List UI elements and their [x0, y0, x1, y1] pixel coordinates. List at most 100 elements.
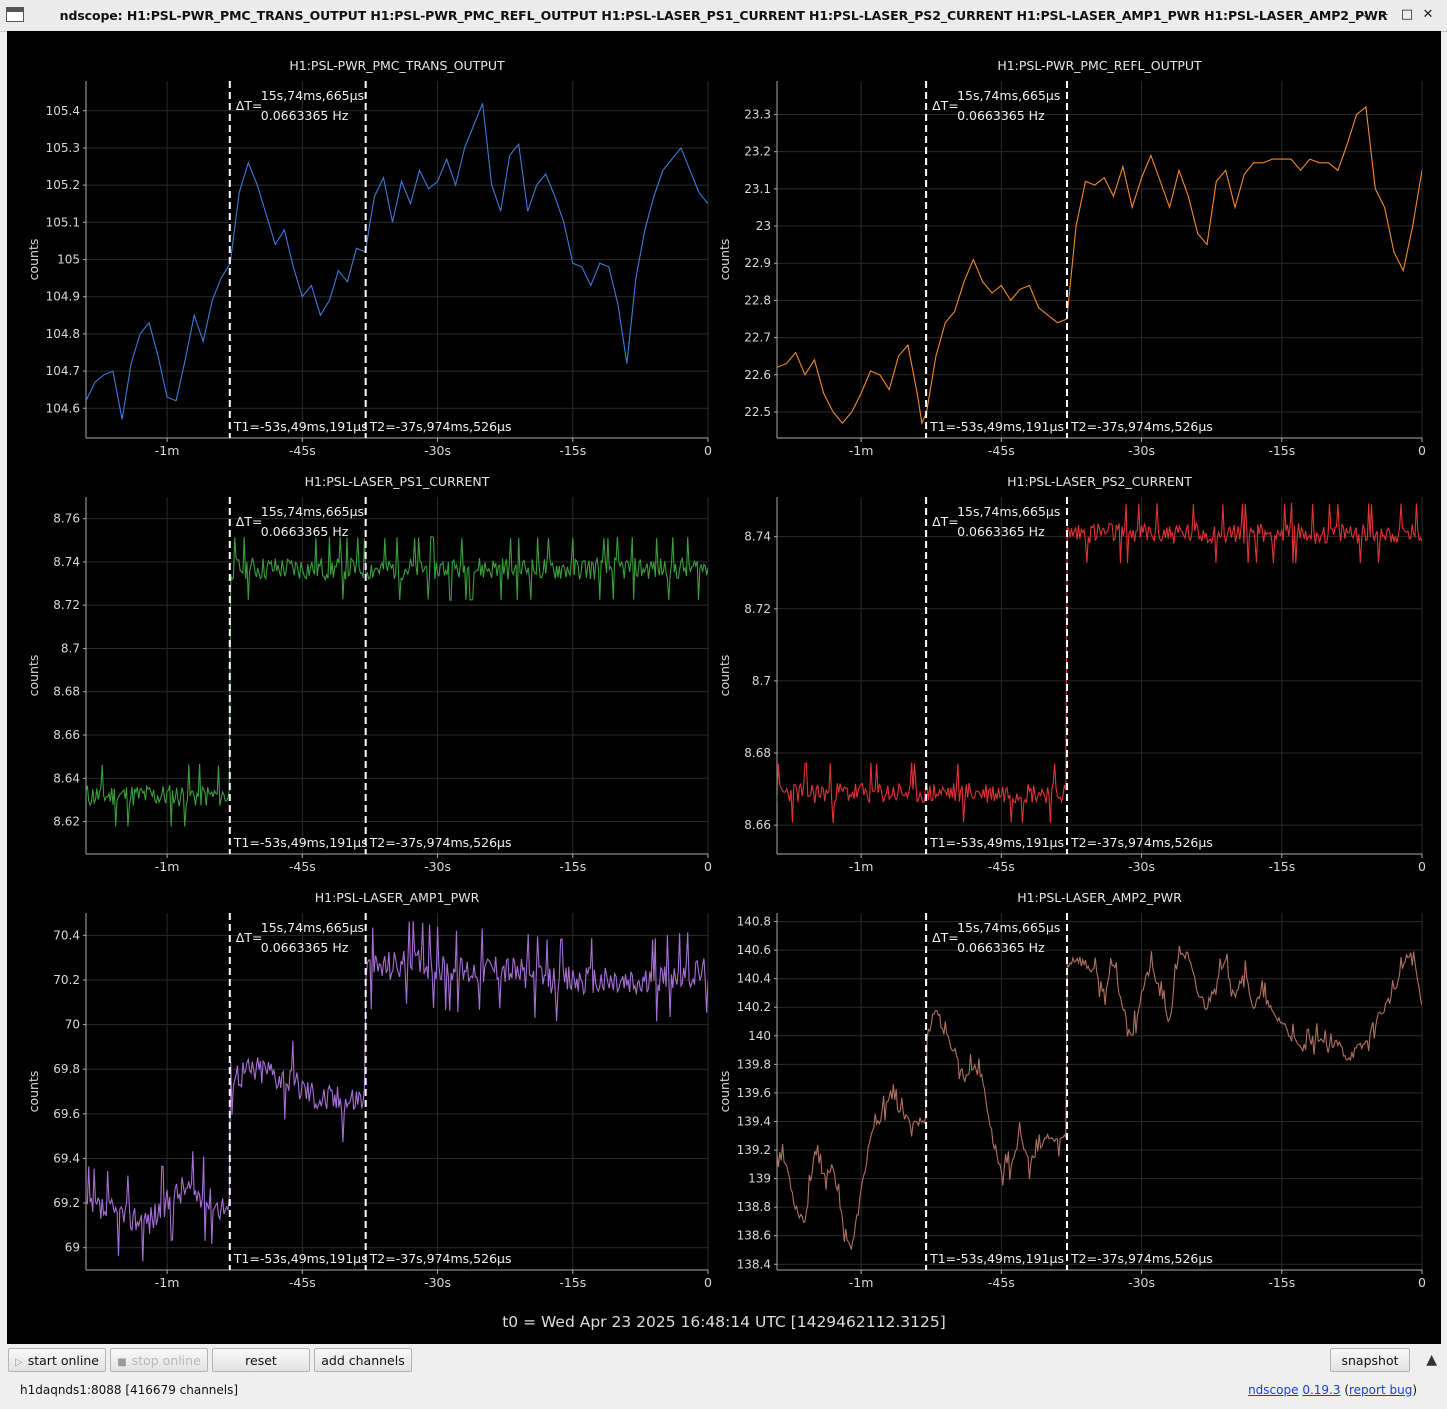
- start-online-button[interactable]: ▷ start online: [8, 1348, 106, 1372]
- y-tick-label: 138.6: [737, 1229, 771, 1243]
- x-tick-label: -30s: [1128, 859, 1155, 874]
- delta-t-value: 15s,74ms,665μs: [957, 920, 1060, 935]
- chevron-up-icon[interactable]: ︿: [1354, 6, 1372, 24]
- y-tick-label: 69.8: [53, 1062, 80, 1076]
- y-tick-label: 140.4: [737, 972, 771, 986]
- x-tick-label: -1m: [155, 443, 180, 458]
- y-tick-label: 104.7: [46, 364, 80, 378]
- x-tick-label: 0: [704, 1275, 712, 1290]
- y-axis-label: counts: [717, 655, 732, 697]
- plot-title: H1:PSL-LASER_PS1_CURRENT: [305, 474, 490, 489]
- y-tick-label: 105.2: [46, 178, 80, 192]
- y-axis-label: counts: [26, 1071, 41, 1113]
- y-tick-label: 8.7: [61, 641, 80, 655]
- t1-label: T1=-53s,49ms,191μs: [233, 1251, 368, 1266]
- delta-t-value: 15s,74ms,665μs: [261, 504, 364, 519]
- y-tick-label: 139.4: [737, 1114, 771, 1128]
- version-info: ndscope 0.19.3 (report bug): [1248, 1383, 1417, 1397]
- plot-1: 104.6 104.7 104.8 104.9 105 105.1 105.2 105.3 10…: [26, 58, 712, 458]
- play-icon: ▷: [15, 1357, 23, 1368]
- delta-freq-value: 0.0663365 Hz: [261, 940, 349, 955]
- y-tick-label: 69: [65, 1241, 80, 1255]
- delta-t-label: ΔT=: [236, 930, 263, 945]
- close-icon[interactable]: ✕: [1419, 6, 1437, 24]
- x-tick-label: -30s: [1128, 443, 1155, 458]
- add-channels-button[interactable]: add channels: [314, 1348, 412, 1372]
- x-tick-label: 0: [1418, 859, 1426, 874]
- t1-label: T1=-53s,49ms,191μs: [929, 1251, 1064, 1266]
- plot-title: H1:PSL-LASER_AMP1_PWR: [315, 890, 480, 905]
- stop-icon: ■: [117, 1357, 127, 1368]
- data-trace: [86, 536, 708, 827]
- x-tick-label: -15s: [1268, 443, 1295, 458]
- plot-6: 138.4 138.6 138.8 139 139.2 139.4 139.6 139.8 14…: [717, 890, 1426, 1290]
- t1-label: T1=-53s,49ms,191μs: [929, 419, 1064, 434]
- x-tick-label: 0: [704, 859, 712, 874]
- t1-label: T1=-53s,49ms,191μs: [233, 835, 368, 850]
- minimize-icon[interactable]: –: [1376, 6, 1394, 24]
- x-tick-label: -45s: [988, 1275, 1015, 1290]
- y-tick-label: 22.8: [744, 293, 771, 307]
- plot-title: H1:PSL-PWR_PMC_REFL_OUTPUT: [997, 58, 1202, 73]
- data-trace: [777, 105, 1422, 426]
- x-tick-label: -45s: [289, 443, 316, 458]
- y-tick-label: 8.68: [53, 685, 80, 699]
- version-link[interactable]: 0.19.3: [1302, 1383, 1340, 1397]
- y-tick-label: 8.7: [752, 674, 771, 688]
- x-tick-label: -45s: [289, 859, 316, 874]
- plot-title: H1:PSL-LASER_AMP2_PWR: [1017, 890, 1182, 905]
- report-bug-link[interactable]: report bug: [1349, 1383, 1412, 1397]
- delta-t-label: ΔT=: [236, 98, 263, 113]
- y-tick-label: 22.5: [744, 405, 771, 419]
- y-tick-label: 8.72: [53, 598, 80, 612]
- y-axis-label: counts: [26, 239, 41, 281]
- delta-t-label: ΔT=: [932, 98, 959, 113]
- x-tick-label: -1m: [849, 1275, 874, 1290]
- data-trace: [777, 945, 1422, 1250]
- delta-t-label: ΔT=: [236, 514, 263, 529]
- t2-label: T2=-37s,974ms,526μs: [369, 419, 512, 434]
- t1-label: T1=-53s,49ms,191μs: [929, 835, 1064, 850]
- y-tick-label: 69.2: [53, 1196, 80, 1210]
- plot-area[interactable]: 104.6 104.7 104.8 104.9 105 105.1 105.2 105.3 10…: [7, 31, 1441, 1344]
- y-tick-label: 22.9: [744, 256, 771, 270]
- y-tick-label: 8.66: [53, 728, 80, 742]
- maximize-icon[interactable]: □: [1398, 6, 1416, 24]
- reset-button[interactable]: reset: [212, 1348, 310, 1372]
- y-axis-label: counts: [26, 655, 41, 697]
- delta-freq-value: 0.0663365 Hz: [261, 524, 349, 539]
- stop-online-button[interactable]: ■ stop online: [110, 1348, 208, 1372]
- y-tick-label: 105.3: [46, 141, 80, 155]
- x-tick-label: -1m: [155, 859, 180, 874]
- y-tick-label: 140.6: [737, 943, 771, 957]
- x-tick-label: -1m: [849, 859, 874, 874]
- plot-3: 8.62 8.64 8.66 8.68 8.7 8.72 8.74 8.76 -1m -45s -3…: [26, 474, 712, 874]
- snapshot-button[interactable]: snapshot: [1330, 1348, 1410, 1372]
- delta-t-value: 15s,74ms,665μs: [261, 88, 364, 103]
- t2-label: T2=-37s,974ms,526μs: [1070, 419, 1213, 434]
- y-tick-label: 105: [57, 253, 80, 267]
- x-tick-label: -15s: [1268, 859, 1295, 874]
- ndscope-link[interactable]: ndscope: [1248, 1383, 1298, 1397]
- y-tick-label: 8.74: [53, 555, 80, 569]
- data-trace: [777, 502, 1422, 823]
- x-tick-label: -30s: [1128, 1275, 1155, 1290]
- chevron-up-icon[interactable]: ▲: [1426, 1352, 1437, 1368]
- x-tick-label: -30s: [424, 1275, 451, 1290]
- y-tick-label: 8.76: [53, 512, 80, 526]
- plot-grid[interactable]: 104.6 104.7 104.8 104.9 105 105.1 105.2 105.3 10…: [7, 31, 1441, 1344]
- y-tick-label: 8.74: [744, 530, 771, 544]
- y-tick-label: 138.8: [737, 1200, 771, 1214]
- plot-2: 22.5 22.6 22.7 22.8 22.9 23 23.1 23.2 23.3 -1m -45…: [717, 58, 1426, 458]
- delta-t-label: ΔT=: [932, 930, 959, 945]
- server-status: h1daqnds1:8088 [416679 channels]: [20, 1383, 239, 1397]
- y-tick-label: 22.7: [744, 331, 771, 345]
- y-tick-label: 139.6: [737, 1086, 771, 1100]
- t2-label: T2=-37s,974ms,526μs: [369, 835, 512, 850]
- delta-t-value: 15s,74ms,665μs: [957, 88, 1060, 103]
- t0-label: t0 = Wed Apr 23 2025 16:48:14 UTC [14294…: [502, 1313, 946, 1331]
- x-tick-label: -30s: [424, 859, 451, 874]
- y-axis-label: counts: [717, 1071, 732, 1113]
- delta-freq-value: 0.0663365 Hz: [957, 108, 1045, 123]
- title-bar: ndscope: H1:PSL-PWR_PMC_TRANS_OUTPUT H1:…: [0, 0, 1447, 32]
